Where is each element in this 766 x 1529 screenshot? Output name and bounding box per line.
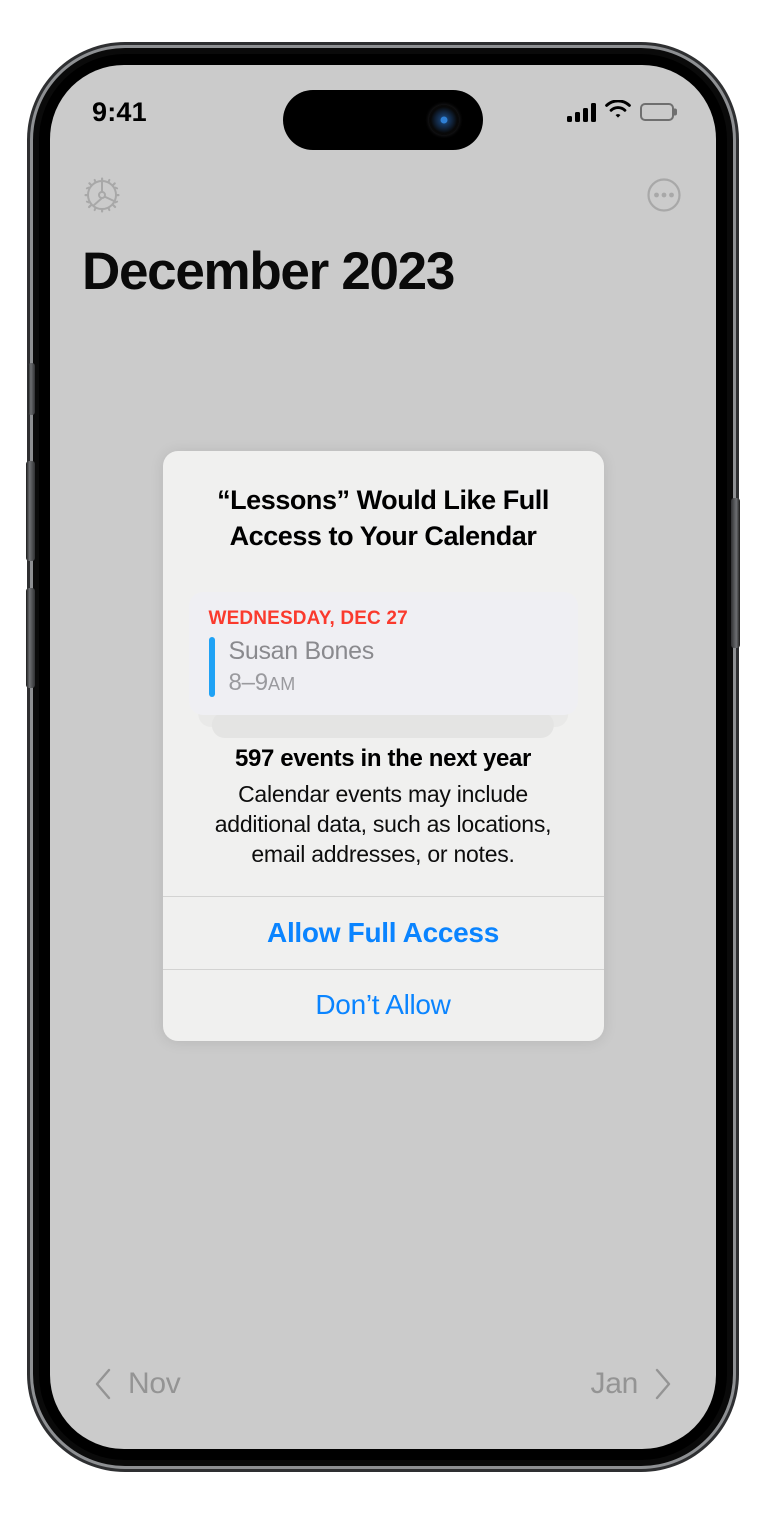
dialog-body: “Lessons” Would Like Full Access to Your… (163, 451, 604, 870)
stacked-card-back-2 (211, 711, 555, 738)
screenshot-stage: 9:41 December 2023 Nov Jan “Lessons” Wou… (0, 0, 766, 1529)
calendar-permission-dialog: “Lessons” Would Like Full Access to Your… (162, 451, 604, 1041)
iphone-device-frame: 9:41 December 2023 Nov Jan “Lessons” Wou… (26, 48, 740, 1466)
alert-overlay: “Lessons” Would Like Full Access to Your… (50, 65, 716, 1449)
event-time-value: 8–9 (228, 669, 269, 697)
event-title: Susan Bones (228, 637, 375, 666)
event-preview-stack: WEDNESDAY, DEC 27 Susan Bones 8–9AM (188, 592, 578, 740)
event-time: 8–9AM (229, 669, 374, 697)
event-preview-card: WEDNESDAY, DEC 27 Susan Bones 8–9AM (188, 592, 578, 715)
volume-down-button[interactable] (26, 588, 35, 688)
dont-allow-button[interactable]: Don’t Allow (162, 968, 604, 1041)
event-row: Susan Bones 8–9AM (208, 637, 558, 697)
dialog-description: Calendar events may include additional d… (214, 780, 552, 868)
power-button[interactable] (731, 498, 740, 648)
allow-full-access-button[interactable]: Allow Full Access (163, 897, 604, 969)
device-screen: 9:41 December 2023 Nov Jan “Lessons” Wou… (50, 65, 716, 1449)
event-color-bar (208, 637, 215, 697)
event-details: Susan Bones 8–9AM (228, 637, 375, 697)
event-time-period: AM (267, 674, 296, 695)
dialog-title: “Lessons” Would Like Full Access to Your… (217, 485, 549, 551)
dialog-actions: Allow Full Access Don’t Allow (162, 895, 604, 1041)
volume-up-button[interactable] (26, 461, 35, 561)
event-count-text: 597 events in the next year (234, 744, 532, 772)
silent-switch-button[interactable] (28, 363, 35, 415)
event-date-label: WEDNESDAY, DEC 27 (208, 608, 408, 630)
